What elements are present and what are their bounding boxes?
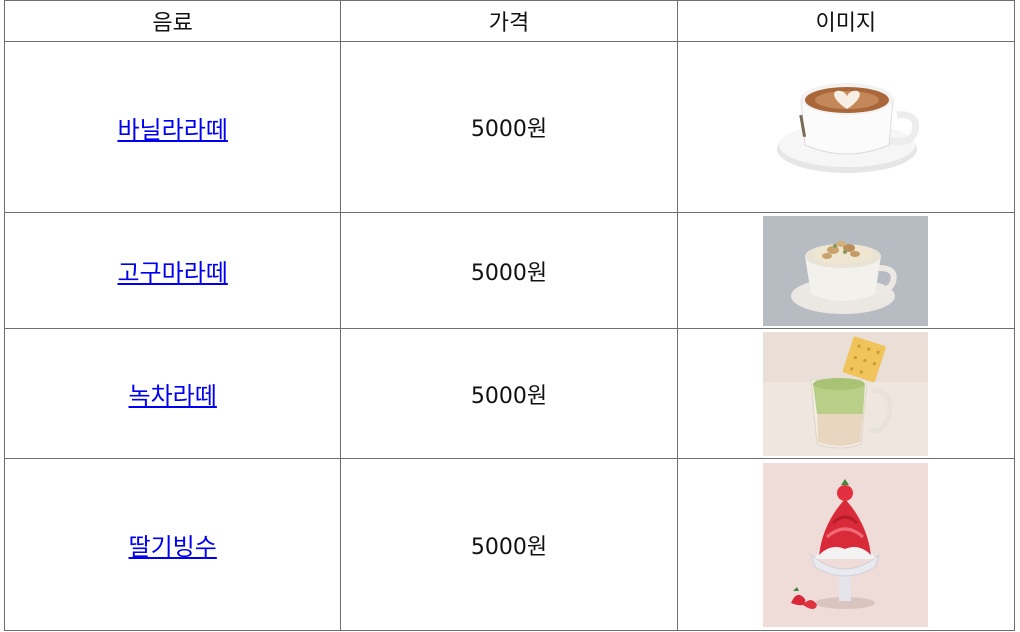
image-cell [676, 41, 1016, 213]
price-cell: 5000원 [340, 458, 678, 631]
drink-cell: 바닐라라떼 [3, 41, 342, 213]
drink-image-green-tea-latte [763, 331, 929, 456]
price-text: 5000원 [470, 117, 548, 142]
price-text: 5000원 [470, 534, 548, 560]
table-row: 딸기빙수 5000원 [3, 458, 1016, 631]
table-row: 녹차라떼 5000원 [3, 328, 1016, 459]
header-drink: 음료 [3, 0, 342, 42]
drink-link-sweet-potato-latte[interactable]: 고구마라떼 [117, 259, 227, 287]
drink-cell: 고구마라떼 [3, 212, 342, 329]
image-cell [676, 328, 1016, 459]
header-row: 음료 가격 이미지 [3, 0, 1016, 42]
table-row: 고구마라떼 5000원 [3, 212, 1016, 329]
price-text: 5000원 [470, 383, 548, 409]
price-cell: 5000원 [340, 212, 678, 329]
drink-cell: 딸기빙수 [3, 458, 342, 631]
header-price: 가격 [340, 0, 678, 42]
drink-image-strawberry-bingsu [763, 462, 929, 627]
drink-link-vanilla-latte[interactable]: 바닐라라떼 [117, 116, 227, 144]
drink-link-green-tea-latte[interactable]: 녹차라떼 [129, 382, 217, 410]
drink-image-vanilla-latte [770, 67, 921, 187]
drink-cell: 녹차라떼 [3, 328, 342, 459]
table-row: 바닐라라떼 5000원 [3, 41, 1016, 213]
price-cell: 5000원 [340, 328, 678, 459]
menu-table: 음료 가격 이미지 바닐라라떼 5000원 고구마라떼 5000원 녹차라떼 5… [3, 0, 1016, 631]
drink-image-sweet-potato-latte [763, 215, 929, 326]
image-cell [676, 458, 1016, 631]
image-cell [676, 212, 1016, 329]
price-text: 5000원 [470, 260, 548, 286]
price-cell: 5000원 [340, 41, 678, 213]
header-image: 이미지 [676, 0, 1016, 42]
drink-link-strawberry-bingsu[interactable]: 딸기빙수 [129, 533, 217, 561]
